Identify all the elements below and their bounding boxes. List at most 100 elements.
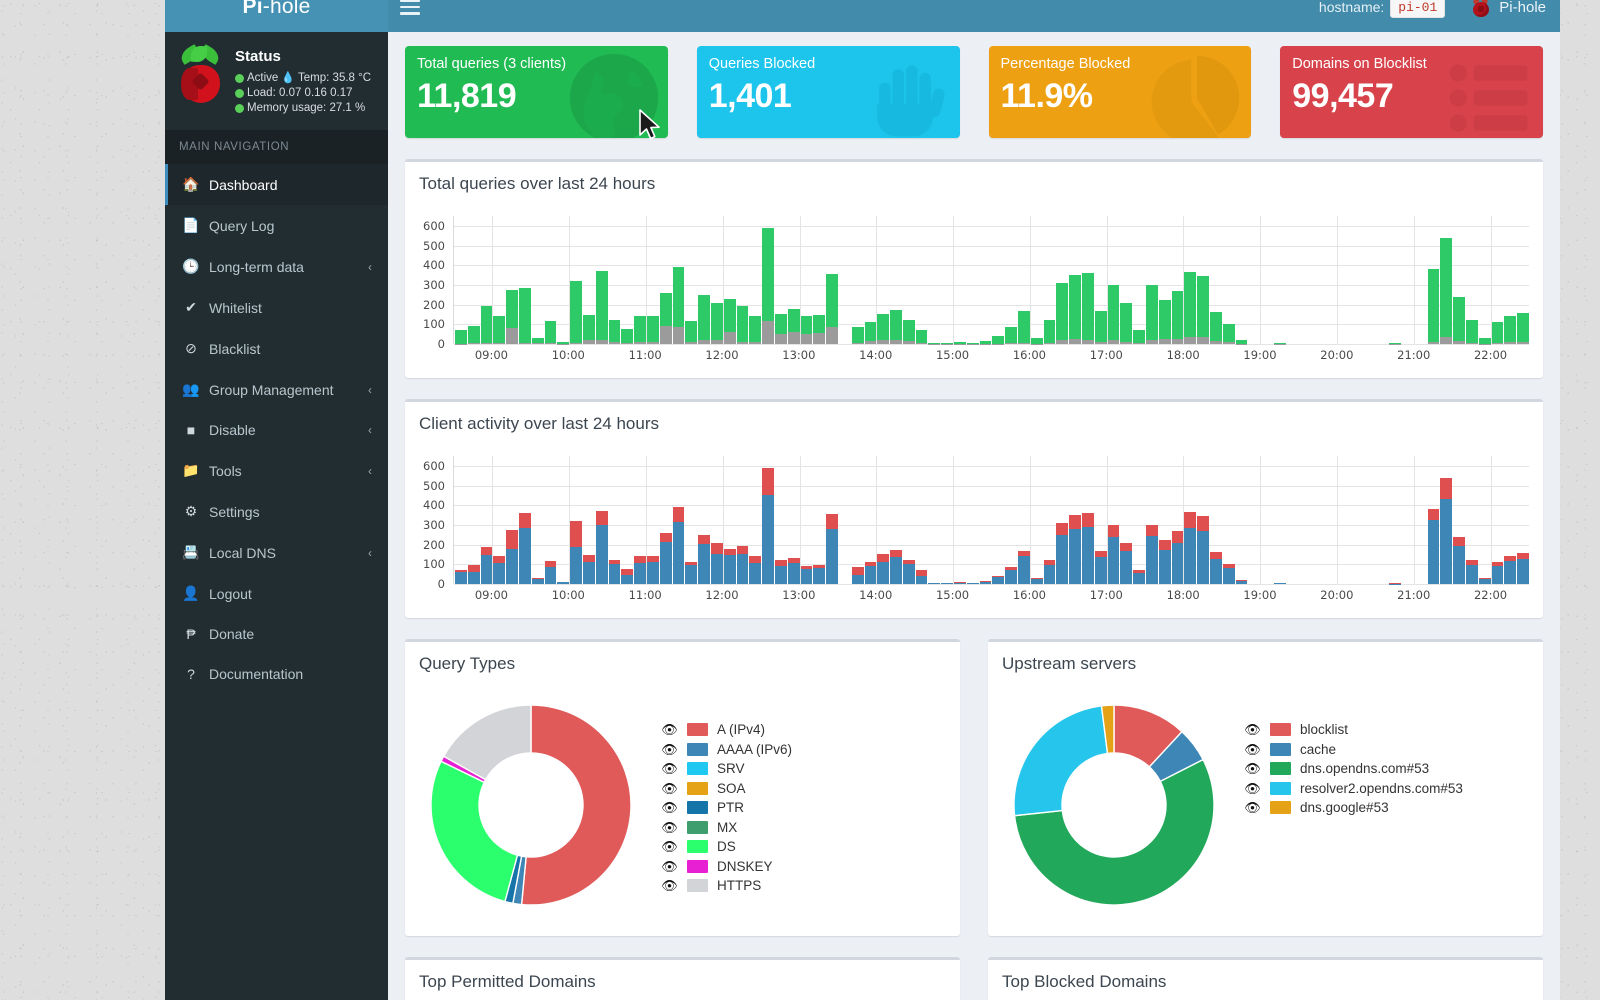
- bar[interactable]: [736, 545, 749, 584]
- bar[interactable]: [1133, 330, 1146, 344]
- eye-icon[interactable]: 👁: [1244, 759, 1261, 779]
- bar[interactable]: [1465, 320, 1478, 344]
- bar[interactable]: [582, 554, 595, 584]
- bar[interactable]: [1018, 311, 1030, 344]
- hamburger-icon[interactable]: [400, 0, 426, 18]
- bar[interactable]: [736, 305, 749, 344]
- legend-item[interactable]: 👁 PTR: [661, 798, 954, 818]
- bar[interactable]: [928, 342, 941, 344]
- bar[interactable]: [1094, 550, 1107, 584]
- bar[interactable]: [595, 270, 608, 344]
- chart-total-queries[interactable]: 0 100 200 300 400 500 600 09:00 10:00 11:00 12:00 1…: [423, 216, 1529, 364]
- sidebar-item-whitelist[interactable]: ✔ Whitelist: [165, 287, 388, 328]
- bar[interactable]: [531, 337, 544, 344]
- bar[interactable]: [467, 565, 480, 584]
- eye-icon[interactable]: 👁: [661, 740, 678, 760]
- bar[interactable]: [864, 561, 877, 584]
- bar[interactable]: [928, 582, 941, 584]
- bar[interactable]: [1427, 269, 1440, 344]
- bar[interactable]: [1107, 525, 1120, 584]
- bar[interactable]: [1005, 326, 1018, 344]
- sidebar-item-local-dns[interactable]: 📇 Local DNS ‹: [165, 532, 388, 573]
- bar[interactable]: [902, 560, 915, 584]
- bar[interactable]: [621, 568, 634, 584]
- bar[interactable]: [1504, 555, 1517, 584]
- navbar-brand[interactable]: Pi-hole: [1471, 0, 1546, 18]
- bar[interactable]: [992, 335, 1005, 344]
- bar[interactable]: [851, 567, 864, 584]
- chart-client-activity[interactable]: 0 100 200 300 400 500 600 09:00 10:00 11:00 12:00 1…: [423, 456, 1529, 604]
- bar[interactable]: [1491, 322, 1504, 344]
- bar[interactable]: [1453, 296, 1465, 344]
- bar[interactable]: [1440, 478, 1453, 584]
- bar[interactable]: [570, 281, 582, 344]
- bar[interactable]: [544, 561, 557, 584]
- sidebar-item-settings[interactable]: ⚙ Settings: [165, 491, 388, 532]
- bar[interactable]: [1018, 551, 1030, 584]
- bar[interactable]: [595, 510, 608, 584]
- bar[interactable]: [1389, 343, 1401, 344]
- bar[interactable]: [762, 468, 774, 584]
- bar[interactable]: [1184, 511, 1197, 584]
- bar[interactable]: [902, 319, 915, 344]
- eye-icon[interactable]: 👁: [661, 818, 678, 838]
- bar[interactable]: [813, 564, 826, 584]
- bar[interactable]: [646, 316, 659, 344]
- bar[interactable]: [954, 582, 966, 584]
- sidebar-item-query-log[interactable]: 📄 Query Log: [165, 205, 388, 246]
- eye-icon[interactable]: 👁: [661, 876, 678, 896]
- bar[interactable]: [1069, 275, 1082, 344]
- bar[interactable]: [455, 570, 467, 584]
- legend-item[interactable]: 👁 dns.google#53: [1244, 798, 1537, 818]
- bar[interactable]: [826, 513, 838, 584]
- bar[interactable]: [1453, 536, 1465, 584]
- bar[interactable]: [1197, 515, 1210, 584]
- bar[interactable]: [774, 314, 787, 344]
- bar[interactable]: [698, 295, 710, 344]
- bar[interactable]: [787, 309, 800, 344]
- eye-icon[interactable]: 👁: [1244, 779, 1261, 799]
- sidebar-item-donate[interactable]: ₱ Donate: [165, 614, 388, 654]
- legend-item[interactable]: 👁 DS: [661, 837, 954, 857]
- bar[interactable]: [1056, 283, 1069, 344]
- sidebar-item-group-management[interactable]: 👥 Group Management ‹: [165, 369, 388, 410]
- bar[interactable]: [1517, 312, 1529, 344]
- bar[interactable]: [877, 553, 890, 584]
- sidebar-item-long-term-data[interactable]: 🕒 Long-term data ‹: [165, 246, 388, 287]
- bar[interactable]: [915, 570, 928, 584]
- bar[interactable]: [800, 565, 813, 584]
- bar[interactable]: [774, 560, 787, 584]
- donut-slice[interactable]: [430, 760, 519, 903]
- bar[interactable]: [1030, 337, 1043, 344]
- bar[interactable]: [1517, 552, 1529, 584]
- bar[interactable]: [480, 547, 493, 584]
- bar[interactable]: [1222, 563, 1235, 584]
- bar[interactable]: [480, 306, 493, 344]
- bar[interactable]: [1146, 524, 1158, 584]
- bar[interactable]: [723, 548, 736, 584]
- bar[interactable]: [557, 341, 570, 344]
- bar[interactable]: [864, 322, 877, 344]
- legend-item[interactable]: 👁 A (IPv4): [661, 720, 954, 740]
- bar[interactable]: [1465, 560, 1478, 584]
- bar[interactable]: [1094, 310, 1107, 344]
- bar[interactable]: [506, 290, 518, 344]
- donut-upstream-servers[interactable]: [994, 696, 1234, 914]
- bar[interactable]: [1146, 284, 1158, 344]
- bar[interactable]: [557, 581, 570, 584]
- bar[interactable]: [1222, 323, 1235, 344]
- bar[interactable]: [672, 267, 685, 344]
- bar[interactable]: [1210, 311, 1222, 344]
- bar[interactable]: [1120, 543, 1133, 584]
- bar[interactable]: [877, 314, 890, 344]
- legend-item[interactable]: 👁 DNSKEY: [661, 857, 954, 877]
- bar[interactable]: [890, 549, 902, 584]
- bar[interactable]: [1082, 272, 1094, 344]
- bar[interactable]: [1069, 515, 1082, 584]
- bar[interactable]: [800, 316, 813, 344]
- bar[interactable]: [493, 316, 506, 344]
- bar[interactable]: [685, 320, 698, 344]
- bar[interactable]: [966, 342, 979, 344]
- bar[interactable]: [1082, 512, 1094, 584]
- bar[interactable]: [890, 309, 902, 344]
